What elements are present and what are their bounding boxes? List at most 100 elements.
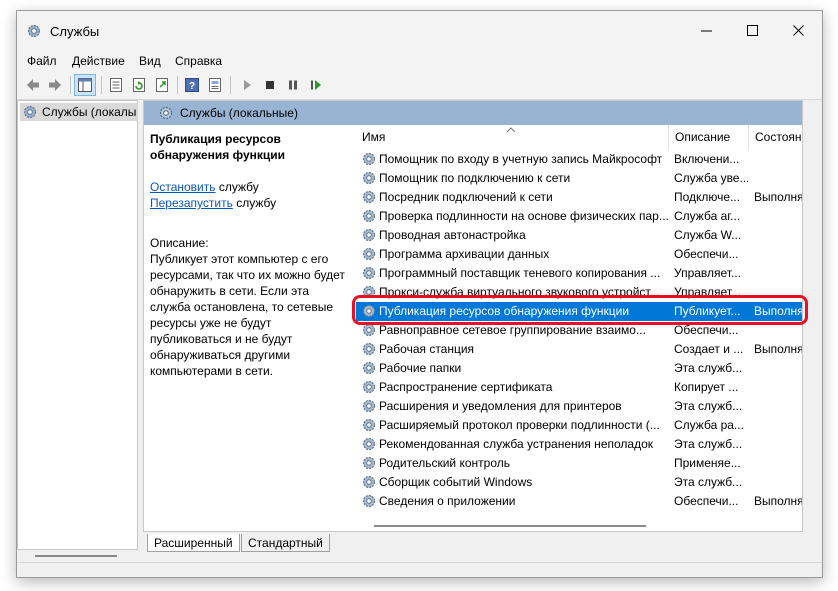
toolbar: ? (17, 71, 822, 100)
minimize-button[interactable] (684, 11, 730, 51)
tab-extended[interactable]: Расширенный (147, 534, 240, 552)
service-name-cell: Проверка подлинности на основе физически… (379, 209, 669, 223)
service-gear-icon (362, 209, 376, 223)
service-name-cell: Проводная автонастройка (379, 228, 526, 242)
service-description-cell: Служба ра... (674, 418, 744, 432)
tab-standard[interactable]: Стандартный (241, 534, 330, 552)
service-gear-icon (362, 475, 376, 489)
service-gear-icon (362, 171, 376, 185)
service-name-cell: Рабочая станция (379, 342, 475, 356)
table-row[interactable]: Проводная автонастройка Служба W... (356, 226, 802, 245)
menu-view[interactable]: Вид (139, 54, 161, 68)
service-name-cell: Родительский контроль (379, 456, 510, 470)
services-window: Службы Файл Действие Вид Справка ? Служб… (16, 10, 823, 578)
description-label: Описание: (150, 236, 209, 250)
list-horizontal-scrollbar[interactable] (356, 521, 802, 531)
menu-action[interactable]: Действие (72, 54, 125, 68)
toolbar-separator (101, 76, 102, 94)
export-icon (156, 78, 168, 92)
service-description-cell: Служба уве... (674, 171, 748, 185)
close-icon (793, 25, 804, 36)
service-gear-icon (362, 190, 376, 204)
table-row[interactable]: Родительский контроль Применяе... (356, 454, 802, 473)
service-gear-icon (362, 247, 376, 261)
console-tree-icon (78, 78, 92, 92)
table-row[interactable]: Сведения о приложении Обеспечи... Выполня (356, 492, 802, 511)
table-row[interactable]: Расширения и уведомления для принтеров Эт… (356, 397, 802, 416)
minimize-icon (701, 30, 712, 32)
table-row[interactable]: Программный поставщик теневого копирован… (356, 264, 802, 283)
status-bar (17, 562, 822, 577)
selection-highlight-annotation (352, 295, 808, 325)
view-button[interactable] (204, 74, 226, 96)
maximize-button[interactable] (730, 11, 776, 51)
pause-service-button[interactable] (282, 74, 304, 96)
action-restart: Перезапустить службу (150, 196, 277, 210)
service-state-cell: Выполня (754, 342, 802, 356)
table-row[interactable]: Посредник подключений к сети Подключе... В… (356, 188, 802, 207)
gear-icon (27, 24, 41, 38)
export-list-button[interactable] (151, 74, 173, 96)
service-gear-icon (362, 437, 376, 451)
scrollbar-thumb[interactable] (374, 525, 646, 527)
service-name-cell: Рабочие папки (379, 361, 462, 375)
tree-horizontal-scrollbar[interactable] (17, 550, 138, 562)
action-stop: Остановить службу (150, 180, 259, 194)
service-gear-icon (362, 152, 376, 166)
show-console-tree-button[interactable] (74, 74, 96, 96)
view-icon (209, 78, 221, 92)
properties-button[interactable] (105, 74, 127, 96)
service-description-cell: Применяе... (674, 456, 741, 470)
rows: Помощник по входу в учетную запись Майкр… (356, 150, 802, 511)
table-row[interactable]: Рабочие папки Эта служб... (356, 359, 802, 378)
restart-service-link[interactable]: Перезапустить (150, 196, 233, 210)
table-row[interactable]: Проверка подлинности на основе физически… (356, 207, 802, 226)
table-row[interactable]: Программа архивации данных Обеспечи... (356, 245, 802, 264)
restart-service-button[interactable] (305, 74, 327, 96)
service-gear-icon (362, 418, 376, 432)
service-name-cell: Распространение сертификата (379, 380, 553, 394)
column-header-description[interactable]: Описание (669, 125, 749, 150)
service-description-cell: Обеспечи... (674, 323, 739, 337)
service-description-cell: Обеспечи... (674, 247, 739, 261)
service-description-cell: Эта служб... (674, 437, 743, 451)
stop-service-button[interactable] (259, 74, 281, 96)
scrollbar-thumb[interactable] (35, 555, 117, 557)
service-description-cell: Подключе... (674, 190, 741, 204)
table-row[interactable]: Расширяемый протокол проверки подлинност… (356, 416, 802, 435)
console-tree: Службы (локалы (17, 100, 138, 550)
service-gear-icon (362, 456, 376, 470)
table-row[interactable]: Рабочая станция Создает и ... Выполня (356, 340, 802, 359)
service-description-cell: Копирует ... (674, 380, 739, 394)
service-name-cell: Сборщик событий Windows (379, 475, 533, 489)
service-gear-icon (362, 342, 376, 356)
table-row[interactable]: Сборщик событий Windows Эта служб... (356, 473, 802, 492)
menu-file[interactable]: Файл (27, 54, 57, 68)
tree-item-label: Службы (локалы (42, 105, 137, 119)
column-header-state[interactable]: Состоян (749, 125, 802, 150)
gear-icon (23, 105, 37, 119)
table-row[interactable]: Помощник по входу в учетную запись Майкр… (356, 150, 802, 169)
menu-help[interactable]: Справка (175, 54, 222, 68)
help-button[interactable]: ? (181, 74, 203, 96)
table-row[interactable]: Рекомендованная служба устранения непола… (356, 435, 802, 454)
stop-service-link[interactable]: Остановить (150, 180, 216, 194)
back-button[interactable] (22, 74, 44, 96)
close-button[interactable] (776, 11, 822, 51)
tree-item-services-local[interactable]: Службы (локалы (20, 103, 138, 121)
table-row[interactable]: Помощник по подключению к сети Служба уве… (356, 169, 802, 188)
service-name-cell: Расширяемый протокол проверки подлинност… (379, 418, 660, 432)
service-name-cell: Рекомендованная служба устранения непола… (379, 437, 653, 451)
refresh-button[interactable] (128, 74, 150, 96)
toolbar-separator (230, 76, 231, 94)
forward-button[interactable] (44, 74, 66, 96)
service-description-cell: Служба W... (674, 228, 742, 242)
pane-header-title: Службы (локальные) (180, 106, 298, 120)
service-name-cell: Посредник подключений к сети (379, 190, 553, 204)
service-description-cell: Управляет... (674, 266, 741, 280)
start-service-button[interactable] (236, 74, 258, 96)
table-row[interactable]: Распространение сертификата Копирует ... (356, 378, 802, 397)
description-text: Публикует этот компьютер с его ресурсами… (150, 252, 345, 378)
title-bar[interactable]: Службы (17, 11, 822, 51)
pause-icon (289, 80, 297, 90)
